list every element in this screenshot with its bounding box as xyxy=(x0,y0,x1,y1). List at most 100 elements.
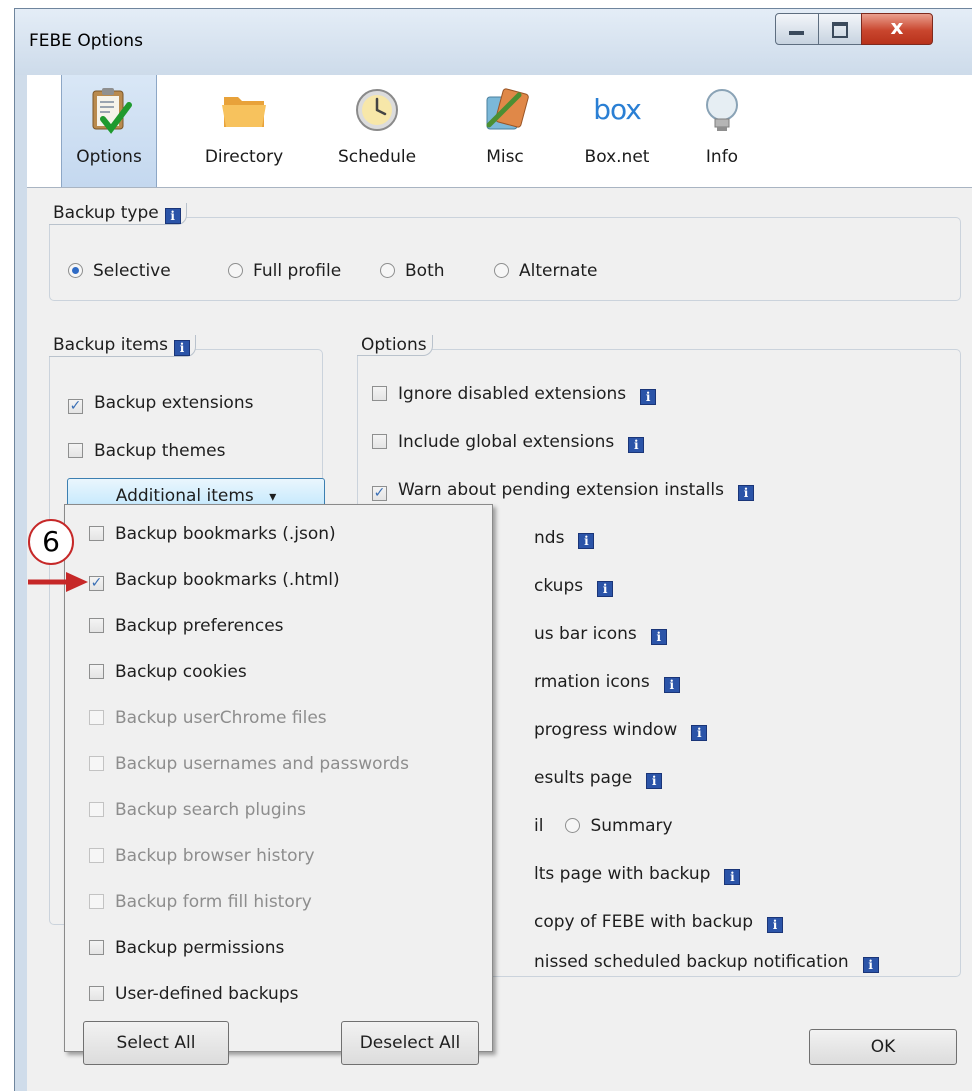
radio-alternate-indicator[interactable] xyxy=(494,263,509,278)
popup-item-search-plugins: Backup search plugins xyxy=(89,800,306,820)
option-row-label: rmation icons xyxy=(534,672,650,692)
option-info-icon[interactable]: i xyxy=(663,677,680,693)
user-defined-check-box[interactable] xyxy=(89,986,104,1001)
box-logo-icon: box xyxy=(593,93,642,126)
option-row[interactable]: copy of FEBE with backup i xyxy=(534,912,784,933)
radio-both-indicator[interactable] xyxy=(380,263,395,278)
popup-item-preferences[interactable]: Backup preferences xyxy=(89,616,284,636)
tab-misc[interactable]: Misc xyxy=(465,75,545,187)
option-info-icon[interactable]: i xyxy=(724,869,741,885)
dropdown-arrow-icon: ▾ xyxy=(269,489,277,505)
popup-item-cookies[interactable]: Backup cookies xyxy=(89,662,247,682)
option-info-icon[interactable]: i xyxy=(691,725,708,741)
tools-icon xyxy=(486,88,529,130)
option-row[interactable]: lts page with backup i xyxy=(534,864,741,885)
folder-icon xyxy=(222,97,266,127)
user-defined-label: User-defined backups xyxy=(115,984,299,1004)
option-row-label: lts page with backup xyxy=(534,864,711,884)
popup-item-bookmarks-json[interactable]: Backup bookmarks (.json) xyxy=(89,524,336,544)
backup-extensions-check-box[interactable]: ✓ xyxy=(68,399,83,414)
option-row[interactable]: rmation icons i xyxy=(534,672,680,693)
backup-extensions-label: Backup extensions xyxy=(94,393,254,413)
backup-type-title: Backup type xyxy=(53,203,159,223)
userchrome-label: Backup userChrome files xyxy=(115,708,327,728)
option-row[interactable]: ckups i xyxy=(534,576,614,597)
cookies-check-box[interactable] xyxy=(89,664,104,679)
tab-box-net[interactable]: box Box.net xyxy=(567,75,667,187)
tab-box-net-label: Box.net xyxy=(584,147,650,167)
popup-item-browser-history: Backup browser history xyxy=(89,846,315,866)
popup-item-permissions[interactable]: Backup permissions xyxy=(89,938,284,958)
option-info-icon[interactable]: i xyxy=(646,773,663,789)
radio-full-profile-indicator[interactable] xyxy=(228,263,243,278)
include-global-extensions-label: Include global extensions xyxy=(398,432,615,452)
backup-extensions-checkbox[interactable]: ✓ Backup extensions xyxy=(68,393,253,414)
browser-history-check-box xyxy=(89,848,104,863)
tab-info[interactable]: Info xyxy=(687,75,757,187)
bookmarks-html-check-box[interactable]: ✓ xyxy=(89,576,104,591)
ignore-disabled-extensions-label: Ignore disabled extensions xyxy=(398,384,627,404)
backup-items-info-icon[interactable]: i xyxy=(173,340,190,356)
radio-full-profile[interactable]: Full profile xyxy=(228,261,341,281)
select-all-button[interactable]: Select All xyxy=(83,1021,229,1065)
radio-alternate[interactable]: Alternate xyxy=(494,261,597,281)
option-row[interactable]: esults page i xyxy=(534,768,663,789)
additional-items-dropdown: Backup bookmarks (.json) ✓ Backup bookmar… xyxy=(64,504,493,1065)
popup-item-user-defined[interactable]: User-defined backups xyxy=(89,984,298,1004)
option-info-icon[interactable]: i xyxy=(597,581,614,597)
include-global-extensions-check-box[interactable] xyxy=(372,434,387,449)
radio-both[interactable]: Both xyxy=(380,261,445,281)
option-info-icon[interactable]: i xyxy=(640,389,657,405)
tab-directory-label: Directory xyxy=(204,147,284,167)
tab-schedule[interactable]: Schedule xyxy=(323,75,431,187)
permissions-label: Backup permissions xyxy=(115,938,285,958)
clipboard-check-icon xyxy=(92,88,132,134)
option-info-icon[interactable]: i xyxy=(738,485,754,501)
bookmarks-json-check-box[interactable] xyxy=(89,526,104,541)
option-info-icon[interactable]: i xyxy=(578,533,595,549)
form-fill-history-label: Backup form fill history xyxy=(115,892,312,912)
radio-selective-indicator[interactable] xyxy=(68,263,83,278)
option-row[interactable]: nissed scheduled backup notification i xyxy=(534,952,879,973)
include-global-extensions-checkbox[interactable]: Include global extensions i xyxy=(372,432,645,453)
option-row[interactable]: progress window i xyxy=(534,720,708,741)
title-bar[interactable]: FEBE Options x xyxy=(15,9,972,75)
option-row-label: esults page xyxy=(534,768,633,788)
radio-summary-indicator[interactable] xyxy=(565,818,581,833)
annotation-arrow-icon xyxy=(28,572,88,592)
warn-pending-installs-label: Warn about pending extension installs xyxy=(398,480,724,500)
option-info-icon[interactable]: i xyxy=(862,957,879,973)
options-legend: Options xyxy=(357,335,433,356)
backup-themes-checkbox[interactable]: Backup themes xyxy=(68,441,226,461)
browser-history-label: Backup browser history xyxy=(115,846,315,866)
preferences-check-box[interactable] xyxy=(89,618,104,633)
tab-options-label: Options xyxy=(76,147,142,167)
backup-type-info-icon[interactable]: i xyxy=(164,208,181,224)
backup-themes-check-box[interactable] xyxy=(68,443,83,458)
tab-options[interactable]: Options xyxy=(61,75,157,187)
minimize-button[interactable] xyxy=(775,13,819,45)
warn-pending-installs-check-box[interactable]: ✓ xyxy=(372,486,387,501)
ok-button[interactable]: OK xyxy=(809,1029,957,1065)
results-detail-radio-row[interactable]: il Summary xyxy=(534,816,673,836)
radio-selective[interactable]: Selective xyxy=(68,261,171,281)
deselect-all-button[interactable]: Deselect All xyxy=(341,1021,479,1065)
option-info-icon[interactable]: i xyxy=(628,437,645,453)
popup-item-bookmarks-html[interactable]: ✓ Backup bookmarks (.html) xyxy=(89,570,340,591)
ignore-disabled-extensions-checkbox[interactable]: Ignore disabled extensions i xyxy=(372,384,657,405)
option-row[interactable]: us bar icons i xyxy=(534,624,667,645)
option-info-icon[interactable]: i xyxy=(650,629,667,645)
option-info-icon[interactable]: i xyxy=(767,917,784,933)
maximize-button[interactable] xyxy=(818,13,862,45)
tab-directory[interactable]: Directory xyxy=(189,75,299,187)
option-row[interactable]: nds i xyxy=(534,528,595,549)
ignore-disabled-extensions-check-box[interactable] xyxy=(372,386,387,401)
warn-pending-installs-checkbox[interactable]: ✓ Warn about pending extension installs i xyxy=(372,480,754,501)
close-button[interactable]: x xyxy=(861,13,933,45)
radio-both-label: Both xyxy=(405,261,445,281)
step-number-badge: 6 xyxy=(28,519,74,565)
additional-items-label: Additional items xyxy=(115,486,254,506)
userchrome-check-box xyxy=(89,710,104,725)
permissions-check-box[interactable] xyxy=(89,940,104,955)
tab-schedule-label: Schedule xyxy=(337,147,417,167)
